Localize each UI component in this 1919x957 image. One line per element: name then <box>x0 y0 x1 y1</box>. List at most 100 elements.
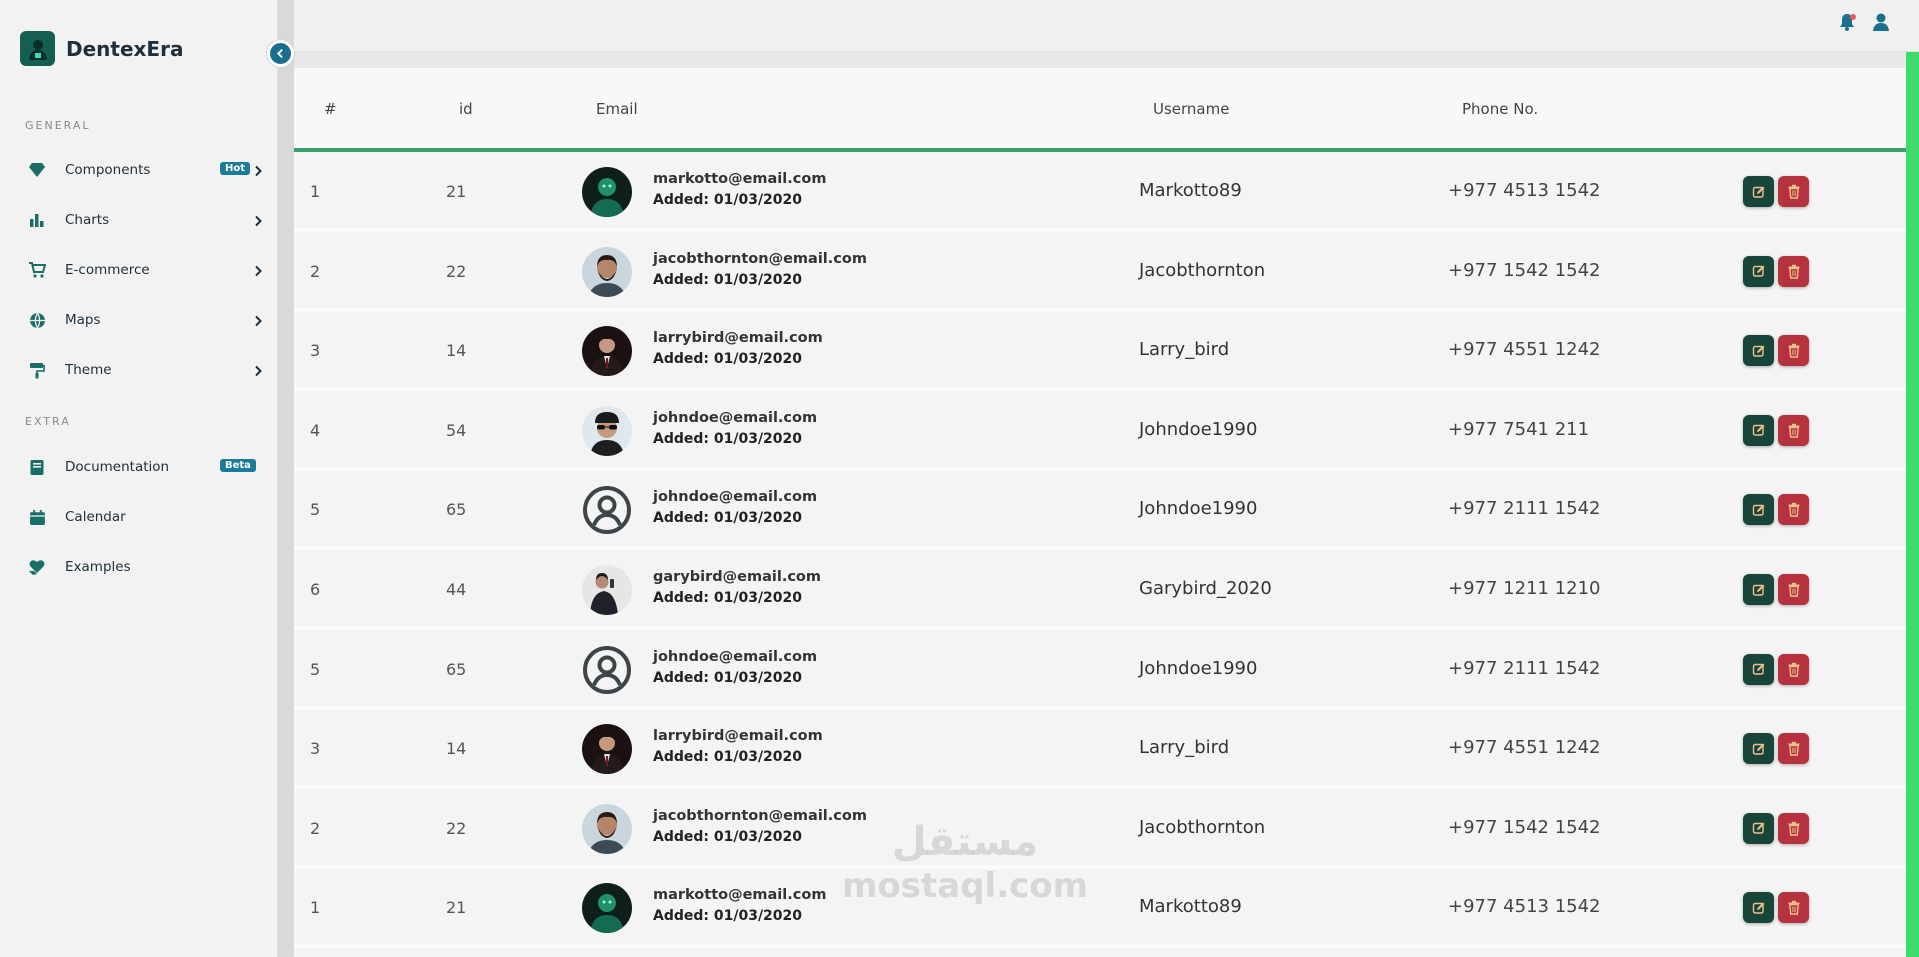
phone-number: +977 4513 1542 <box>1448 896 1601 918</box>
edit-button[interactable] <box>1743 414 1774 446</box>
sidebar: DentexEra GENERAL Components Hot Charts E-c… <box>0 0 278 957</box>
chevron-left-icon <box>276 48 283 59</box>
row-actions <box>1743 653 1809 685</box>
section-label-extra: EXTRA <box>25 415 71 428</box>
username: Markotto89 <box>1139 896 1242 918</box>
delete-button[interactable] <box>1778 176 1809 207</box>
avatar <box>582 645 632 695</box>
delete-button[interactable] <box>1778 812 1809 844</box>
brand-logo-icon <box>20 31 55 66</box>
edit-button[interactable] <box>1743 494 1774 526</box>
email-block: johndoe@email.com Added: 01/03/2020 <box>653 487 817 529</box>
sidebar-item-e-commerce[interactable]: E-commerce <box>26 257 266 283</box>
edit-icon <box>1752 902 1764 914</box>
edit-button[interactable] <box>1743 574 1774 605</box>
sidebar-item-components[interactable]: Components Hot <box>26 157 266 183</box>
edit-button[interactable] <box>1743 733 1774 765</box>
calendar-icon <box>26 506 48 528</box>
edit-icon <box>1752 822 1764 834</box>
sidebar-item-calendar[interactable]: Calendar <box>26 504 266 530</box>
edit-button[interactable] <box>1743 892 1774 924</box>
avatar <box>582 565 632 615</box>
sidebar-item-theme[interactable]: Theme <box>26 357 266 383</box>
edit-button[interactable] <box>1743 653 1774 685</box>
avatar <box>582 724 632 775</box>
phone-number: +977 4551 1242 <box>1448 339 1601 361</box>
cart-icon <box>26 259 48 281</box>
user-profile-icon[interactable] <box>1872 12 1890 36</box>
user-email: markotto@email.com <box>653 887 827 904</box>
avatar <box>582 485 632 535</box>
header-number: # <box>324 100 337 118</box>
delete-button[interactable] <box>1778 892 1809 924</box>
delete-button[interactable] <box>1778 653 1809 685</box>
sidebar-item-examples[interactable]: Examples <box>26 554 266 580</box>
trash-icon <box>1788 184 1799 199</box>
header-phone: Phone No. <box>1462 100 1539 118</box>
trash-icon <box>1788 423 1799 438</box>
edit-icon <box>1752 186 1764 198</box>
brand-name: DentexEra <box>66 36 184 61</box>
username: Johndoe1990 <box>1139 418 1258 440</box>
sidebar-item-documentation[interactable]: Documentation Beta <box>26 454 266 480</box>
username: Jacobthornton <box>1139 816 1266 838</box>
user-email: larrybird@email.com <box>653 728 823 745</box>
email-block: larrybird@email.com Added: 01/03/2020 <box>653 726 823 768</box>
chevron-right-icon <box>255 165 262 177</box>
edit-button[interactable] <box>1743 335 1774 367</box>
row-actions <box>1743 255 1809 287</box>
row-number: 2 <box>310 261 321 281</box>
trash-icon <box>1788 343 1799 358</box>
table-row: 6 44 garybird@email.com Added: 01/03/2020 Ga… <box>294 554 1906 630</box>
row-actions <box>1743 892 1809 924</box>
avatar <box>582 167 632 217</box>
user-email: johndoe@email.com <box>653 648 818 665</box>
row-number: 4 <box>310 420 321 440</box>
row-actions <box>1743 574 1809 605</box>
edit-button[interactable] <box>1743 255 1774 287</box>
row-id: 14 <box>446 739 467 759</box>
brand[interactable]: DentexEra <box>20 31 183 66</box>
edit-icon <box>1752 424 1764 436</box>
edit-icon <box>1752 265 1764 277</box>
sidebar-scrollbar[interactable] <box>278 0 294 957</box>
chevron-right-icon <box>255 215 262 227</box>
email-block: markotto@email.com Added: 01/03/2020 <box>653 885 826 927</box>
heart-hand-icon <box>26 556 48 578</box>
chevron-right-icon <box>255 365 262 377</box>
delete-button[interactable] <box>1778 733 1809 765</box>
edit-icon <box>1752 663 1764 675</box>
collapse-sidebar-button[interactable] <box>267 40 294 67</box>
username: Garybird_2020 <box>1139 578 1272 599</box>
email-block: johndoe@email.com Added: 01/03/2020 <box>653 408 817 450</box>
sidebar-item-label: Calendar <box>65 509 126 525</box>
email-block: markotto@email.com Added: 01/03/2020 <box>653 169 826 211</box>
table-row: 3 14 larrybird@email.com Added: 01/03/2020 L… <box>294 713 1906 790</box>
added-date: Added: 01/03/2020 <box>653 828 803 845</box>
delete-button[interactable] <box>1778 574 1809 605</box>
sidebar-item-label: Maps <box>65 312 101 328</box>
trash-icon <box>1788 741 1799 756</box>
delete-button[interactable] <box>1778 414 1809 446</box>
user-email: garybird@email.com <box>653 569 821 585</box>
added-date: Added: 01/03/2020 <box>653 271 803 288</box>
delete-button[interactable] <box>1778 494 1809 526</box>
row-number: 5 <box>310 659 321 679</box>
edit-button[interactable] <box>1743 176 1774 207</box>
username: Johndoe1990 <box>1139 498 1258 520</box>
trash-icon <box>1788 582 1799 597</box>
delete-button[interactable] <box>1778 335 1809 367</box>
sidebar-item-charts[interactable]: Charts <box>26 207 266 233</box>
row-id: 14 <box>446 341 467 361</box>
added-date: Added: 01/03/2020 <box>653 749 803 766</box>
sidebar-item-maps[interactable]: Maps <box>26 307 266 333</box>
header-email: Email <box>596 100 638 118</box>
edit-icon <box>1752 743 1764 755</box>
delete-button[interactable] <box>1778 255 1809 287</box>
added-date: Added: 01/03/2020 <box>653 430 803 447</box>
avatar <box>582 246 632 297</box>
nav-badge: Hot <box>220 162 251 175</box>
edit-button[interactable] <box>1743 812 1774 844</box>
row-actions <box>1743 494 1809 526</box>
email-block: larrybird@email.com Added: 01/03/2020 <box>653 328 823 370</box>
